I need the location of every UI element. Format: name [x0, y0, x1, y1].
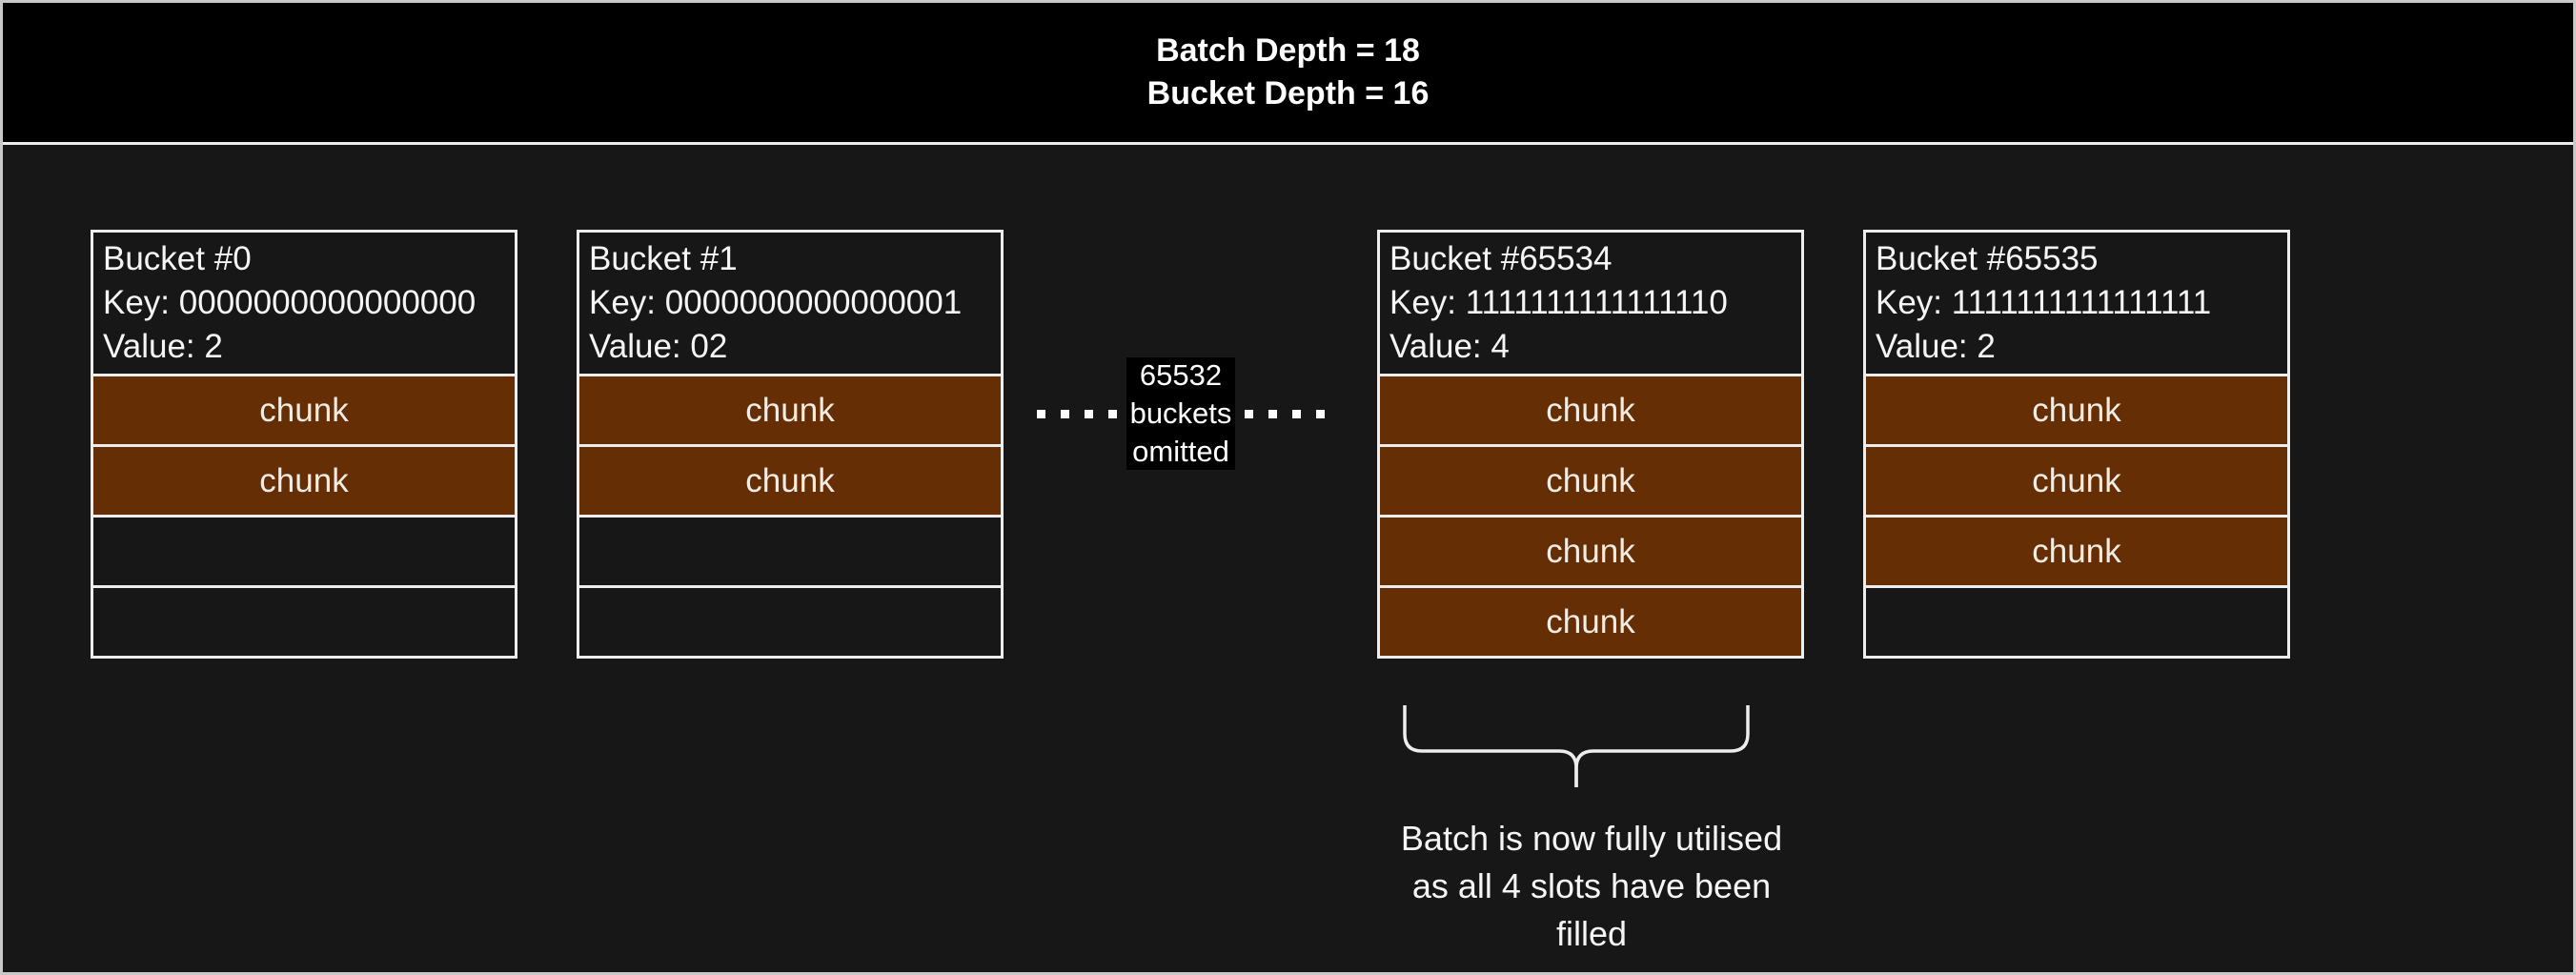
title-banner: Batch Depth = 18 Bucket Depth = 16 — [3, 3, 2573, 145]
bucket: Bucket #65535Key: 1111111111111111Value:… — [1863, 230, 2290, 659]
bucket-slot-chunk: chunk — [1866, 444, 2287, 515]
bucket-slot-chunk: chunk — [579, 374, 1001, 444]
dotted-line-right — [1245, 410, 1325, 418]
diagram-canvas: Batch Depth = 18 Bucket Depth = 16 Bucke… — [0, 0, 2576, 975]
dot — [1108, 410, 1117, 418]
dotted-line-left — [1037, 410, 1117, 418]
bucket-head: Bucket #0Key: 0000000000000000Value: 2 — [93, 233, 515, 374]
dot — [1245, 410, 1253, 418]
dot — [1292, 410, 1301, 418]
curly-brace — [1403, 703, 1750, 791]
bucket-head: Bucket #1Key: 0000000000000001Value: 02 — [579, 233, 1001, 374]
omitted-word-omitted: omitted — [1132, 433, 1229, 471]
bucket-slot-chunk: chunk — [93, 374, 515, 444]
bucket-value: Value: 2 — [103, 325, 509, 369]
omitted-count: 65532 — [1140, 356, 1222, 395]
banner-batch-depth: Batch Depth = 18 — [1156, 30, 1420, 72]
omitted-buckets-label: 65532 buckets omitted — [1126, 357, 1235, 470]
bucket-key: Key: 0000000000000000 — [103, 281, 509, 325]
bucket: Bucket #1Key: 0000000000000001Value: 02c… — [577, 230, 1004, 659]
bucket-head: Bucket #65534Key: 1111111111111110Value:… — [1380, 233, 1801, 374]
bucket-key: Key: 0000000000000001 — [589, 281, 995, 325]
bucket-slot-chunk: chunk — [93, 444, 515, 515]
bucket-title: Bucket #1 — [589, 237, 995, 281]
bucket-slot-empty — [579, 585, 1001, 656]
banner-bucket-depth: Bucket Depth = 16 — [1147, 72, 1430, 115]
bucket-slot-chunk: chunk — [579, 444, 1001, 515]
bucket-value: Value: 4 — [1389, 325, 1795, 369]
bucket: Bucket #65534Key: 1111111111111110Value:… — [1377, 230, 1804, 659]
caption-line-3: filled — [1363, 910, 1820, 958]
bucket-value: Value: 02 — [589, 325, 995, 369]
bucket-slot-chunk: chunk — [1380, 444, 1801, 515]
bucket: Bucket #0Key: 0000000000000000Value: 2ch… — [91, 230, 517, 659]
dot — [1037, 410, 1045, 418]
bucket-key: Key: 1111111111111111 — [1876, 281, 2282, 325]
bucket-slot-empty — [1866, 585, 2287, 656]
dot — [1316, 410, 1325, 418]
bucket-slot-empty — [93, 585, 515, 656]
bucket-head: Bucket #65535Key: 1111111111111111Value:… — [1866, 233, 2287, 374]
bucket-value: Value: 2 — [1876, 325, 2282, 369]
dot — [1268, 410, 1277, 418]
diagram-area: Bucket #0Key: 0000000000000000Value: 2ch… — [3, 148, 2573, 972]
batch-full-caption: Batch is now fully utilised as all 4 slo… — [1363, 815, 1820, 958]
bucket-key: Key: 1111111111111110 — [1389, 281, 1795, 325]
dot — [1061, 410, 1069, 418]
dot — [1085, 410, 1093, 418]
omitted-word-buckets: buckets — [1130, 395, 1232, 433]
bucket-slot-chunk: chunk — [1380, 585, 1801, 656]
bucket-title: Bucket #65534 — [1389, 237, 1795, 281]
bucket-title: Bucket #0 — [103, 237, 509, 281]
bucket-slot-chunk: chunk — [1380, 374, 1801, 444]
caption-line-1: Batch is now fully utilised — [1363, 815, 1820, 863]
omitted-buckets-indicator: 65532 buckets omitted — [1037, 357, 1325, 470]
caption-line-2: as all 4 slots have been — [1363, 863, 1820, 910]
bucket-title: Bucket #65535 — [1876, 237, 2282, 281]
bucket-slot-chunk: chunk — [1380, 515, 1801, 585]
bucket-slot-chunk: chunk — [1866, 374, 2287, 444]
bucket-slot-chunk: chunk — [1866, 515, 2287, 585]
bucket-slot-empty — [579, 515, 1001, 585]
bucket-slot-empty — [93, 515, 515, 585]
